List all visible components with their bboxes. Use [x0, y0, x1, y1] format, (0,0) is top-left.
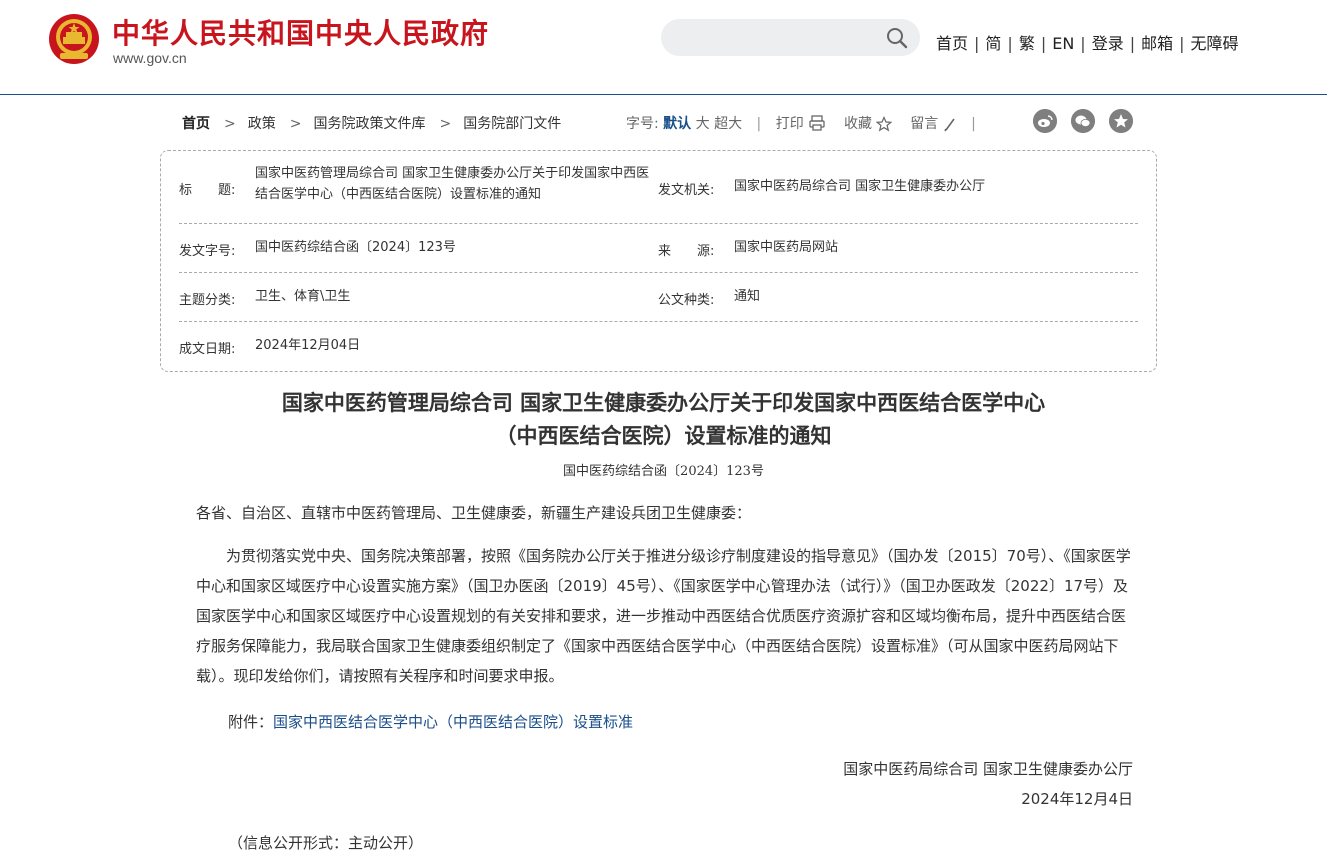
- chevron-right-icon: >: [224, 116, 236, 132]
- nav-accessibility[interactable]: 无障碍: [1191, 34, 1239, 53]
- nav-home[interactable]: 首页: [936, 34, 968, 53]
- site-header: 中华人民共和国中央人民政府 www.gov.cn 首页 | 简 | 繁 | EN | 登录 | 邮箱…: [0, 0, 1327, 95]
- article-salutation: 各省、自治区、直辖市中医药管理局、卫生健康委，新疆生产建设兵团卫生健康委：: [196, 504, 752, 522]
- article-tools: 字号: 默认 大 超大 | 打印 收藏 留言 |: [626, 113, 986, 133]
- site-domain: www.gov.cn: [113, 50, 187, 66]
- nav-simplified[interactable]: 简: [985, 34, 1001, 53]
- top-navigation: 首页 | 简 | 繁 | EN | 登录 | 邮箱 | 无障碍: [936, 30, 1239, 54]
- docno-value: 国中医药综结合函〔2024〕123号: [255, 240, 456, 255]
- wechat-share-icon[interactable]: [1071, 109, 1095, 133]
- doctype-value: 通知: [734, 289, 761, 304]
- issuer-label: 发文机关:: [658, 183, 715, 198]
- pencil-icon: [943, 118, 955, 132]
- source-value: 国家中医药局网站: [734, 240, 839, 255]
- article-title-line2: （中西医结合医院）设置标准的通知: [495, 423, 832, 448]
- date-value: 2024年12月04日: [255, 338, 361, 353]
- national-emblem-icon[interactable]: [48, 13, 100, 65]
- signature-issuer: 国家中医药局综合司 国家卫生健康委办公厅: [843, 760, 1133, 778]
- site-title[interactable]: 中华人民共和国中央人民政府: [112, 12, 489, 52]
- title-label: 标 题:: [179, 183, 236, 198]
- doctype-label: 公文种类:: [658, 293, 715, 308]
- attachment-label: 附件：: [228, 713, 274, 731]
- favorite-share-icon[interactable]: [1109, 109, 1133, 133]
- topic-label: 主题分类:: [179, 293, 236, 308]
- nav-mail[interactable]: 邮箱: [1141, 34, 1173, 53]
- article-body: 为贯彻落实党中央、国务院决策部署，按照《国务院办公厅关于推进分级诊疗制度建设的指…: [196, 547, 1131, 685]
- chevron-right-icon: >: [439, 116, 452, 132]
- search-input[interactable]: [661, 19, 920, 56]
- source-label: 来 源:: [658, 244, 715, 259]
- font-size-default[interactable]: 默认: [663, 116, 691, 132]
- breadcrumb-department-docs[interactable]: 国务院部门文件: [463, 116, 561, 132]
- nav-english[interactable]: EN: [1052, 34, 1074, 53]
- favorite-label: 收藏: [843, 116, 872, 132]
- nav-traditional[interactable]: 繁: [1019, 34, 1035, 53]
- divider: |: [1179, 34, 1185, 53]
- star-icon: [876, 116, 893, 132]
- article-title-line1: 国家中医药管理局综合司 国家卫生健康委办公厅关于印发国家中西医结合医学中心: [281, 390, 1046, 415]
- divider: |: [1040, 34, 1047, 53]
- weibo-share-icon[interactable]: [1033, 109, 1057, 133]
- favorite-button[interactable]: 收藏: [844, 116, 897, 132]
- print-label: 打印: [775, 116, 804, 132]
- docno-label: 发文字号:: [179, 244, 236, 259]
- attachment-link[interactable]: 国家中西医结合医学中心（中西医结合医院）设置标准: [273, 713, 633, 731]
- issuer-value: 国家中医药局综合司 国家卫生健康委办公厅: [734, 179, 986, 194]
- document-info-panel: 标 题: 国家中医药管理局综合司 国家卫生健康委办公厅关于印发国家中西医结合医学…: [160, 150, 1157, 372]
- divider: |: [971, 116, 976, 132]
- search-icon[interactable]: [886, 27, 908, 49]
- font-size-label: 字号:: [626, 116, 659, 132]
- font-size-large[interactable]: 大: [696, 116, 710, 132]
- breadcrumb-policy[interactable]: 政策: [248, 116, 276, 132]
- title-value: 国家中医药管理局综合司 国家卫生健康委办公厅关于印发国家中西医结合医学中心（中西…: [255, 166, 650, 202]
- divider: |: [1129, 34, 1136, 53]
- divider: |: [1007, 34, 1013, 53]
- nav-login[interactable]: 登录: [1092, 34, 1124, 53]
- printer-icon: [809, 115, 825, 131]
- attachment: 附件：国家中西医结合医学中心（中西医结合医院）设置标准: [228, 711, 633, 732]
- signature-date: 2024年12月4日: [1021, 790, 1133, 808]
- divider: |: [974, 34, 980, 53]
- breadcrumb-home[interactable]: 首页: [182, 116, 210, 132]
- comment-button[interactable]: 留言: [910, 116, 961, 132]
- breadcrumb: 首页 > 政策 > 国务院政策文件库 > 国务院部门文件: [182, 113, 561, 133]
- date-label: 成文日期:: [179, 342, 236, 357]
- chevron-right-icon: >: [289, 116, 302, 132]
- article-doc-number: 国中医药综结合函〔2024〕123号: [563, 464, 764, 479]
- breadcrumb-policy-library[interactable]: 国务院政策文件库: [313, 116, 425, 132]
- print-button[interactable]: 打印: [775, 115, 831, 132]
- font-size-xlarge[interactable]: 超大: [714, 116, 742, 132]
- topic-value: 卫生、体育\卫生: [255, 289, 351, 304]
- divider: |: [1080, 34, 1086, 53]
- disclosure-form: （信息公开形式：主动公开）: [228, 834, 424, 852]
- comment-label: 留言: [910, 116, 939, 132]
- divider: |: [756, 116, 762, 132]
